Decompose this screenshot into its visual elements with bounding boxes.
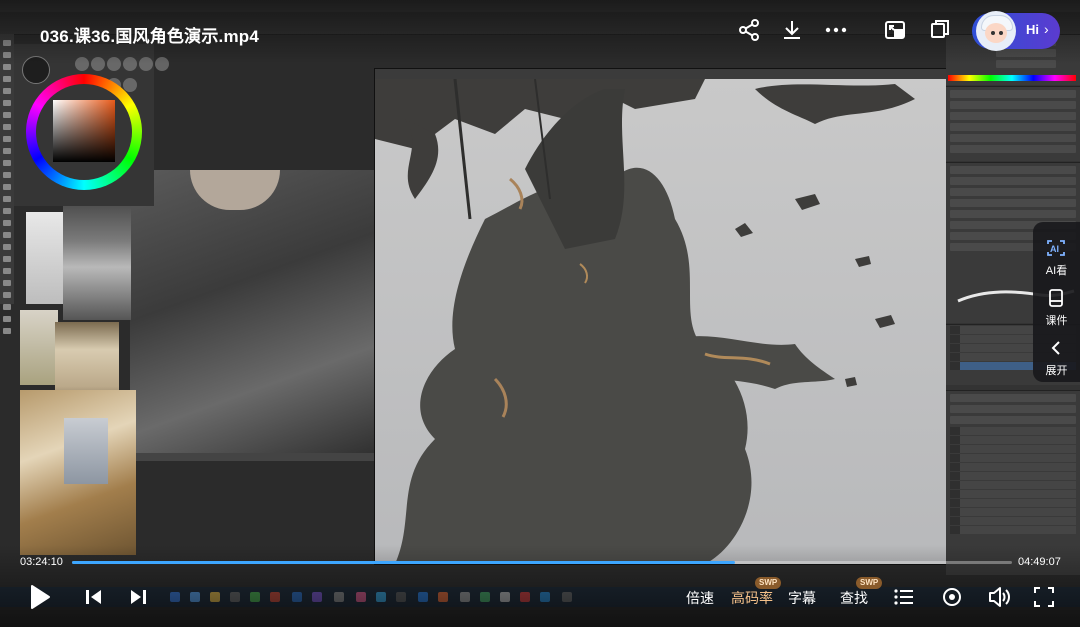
courseware-icon (1049, 289, 1063, 307)
side-item-label: AI看 (1045, 265, 1068, 277)
ai-watch-icon: AI (1047, 240, 1065, 256)
video-title: 036.课36.国风角色演示.mp4 (40, 27, 259, 46)
progress-fill (72, 561, 735, 564)
video-frame[interactable] (0, 0, 1080, 627)
progress-bar[interactable] (72, 561, 1012, 564)
playlist-icon (894, 589, 913, 605)
chevron-right-icon: › (1044, 21, 1049, 37)
volume-button[interactable] (987, 583, 1013, 611)
color-picker-square[interactable] (53, 100, 115, 162)
play-icon (31, 585, 50, 609)
previous-button[interactable] (84, 583, 104, 611)
find-badge: SWP (856, 577, 883, 589)
app-toolbar (0, 34, 14, 334)
expand-left-icon (1051, 341, 1060, 355)
color-panel (14, 44, 169, 206)
main-canvas[interactable] (374, 68, 948, 565)
reference-status-bar (135, 453, 375, 461)
speed-button[interactable]: 倍速 (686, 588, 714, 608)
find-button[interactable]: 查找 (840, 588, 868, 608)
reference-photo (64, 418, 108, 484)
current-time: 03:24:10 (20, 556, 63, 568)
side-item-label: 展开 (1045, 365, 1068, 377)
assistant-greeting: Hi (1026, 22, 1039, 37)
canvas-tab (375, 69, 947, 79)
reference-skeleton-image (63, 188, 131, 320)
next-button[interactable] (128, 583, 148, 611)
bottom-gradient (0, 545, 1080, 627)
total-time: 04:49:07 (1018, 556, 1061, 568)
volume-icon (989, 587, 1010, 607)
side-item-courseware[interactable]: 课件 (1033, 278, 1080, 328)
reference-photo (26, 212, 66, 304)
download-icon[interactable] (780, 18, 804, 42)
side-item-ai-watch[interactable]: AI AI看 (1033, 228, 1080, 278)
side-menu: AI AI看 课件 展开 (1033, 222, 1080, 382)
assistant-avatar (976, 11, 1016, 51)
fullscreen-icon (1034, 587, 1054, 607)
fullscreen-window-icon[interactable] (927, 18, 951, 42)
picture-in-picture-icon[interactable] (883, 18, 907, 42)
side-item-expand[interactable]: 展开 (1033, 328, 1080, 378)
quality-button[interactable]: 高码率 (731, 588, 773, 608)
side-item-label: 课件 (1045, 315, 1068, 327)
skip-next-icon (131, 590, 146, 604)
fullscreen-button[interactable] (1033, 583, 1055, 611)
reference-photo (20, 310, 58, 385)
share-icon[interactable] (737, 18, 761, 42)
play-button[interactable] (28, 583, 52, 611)
character-painting (375, 79, 947, 564)
playlist-button[interactable] (893, 583, 915, 611)
svg-text:AI: AI (1050, 244, 1059, 254)
more-icon[interactable] (824, 18, 848, 42)
quality-badge: SWP (755, 577, 782, 589)
reference-document (130, 170, 375, 460)
ai-assistant-button[interactable]: Hi › (972, 11, 1060, 51)
subtitles-button[interactable]: 字幕 (788, 588, 816, 608)
target-icon (943, 588, 961, 606)
skip-previous-icon (86, 590, 101, 604)
settings-button[interactable] (940, 583, 964, 611)
